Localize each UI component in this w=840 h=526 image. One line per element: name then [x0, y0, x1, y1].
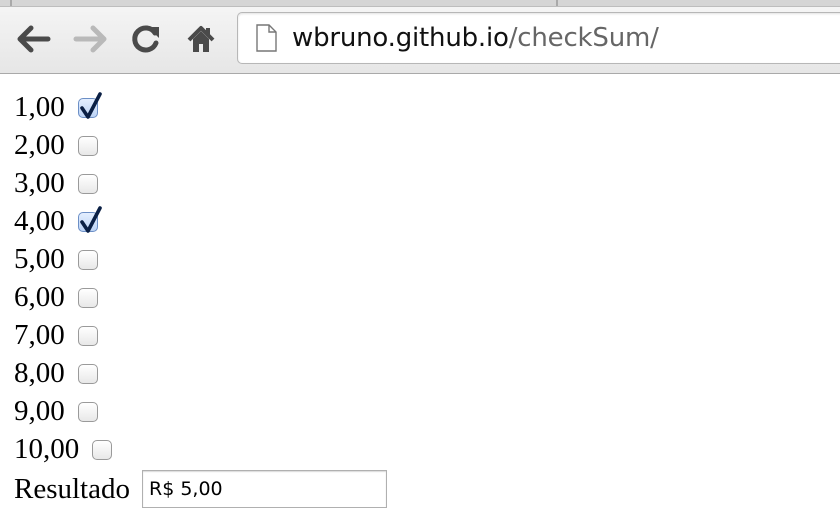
value-checkbox[interactable]: [77, 364, 98, 384]
checksum-form: 1,00 2,00 3,00 4,00 5,00 6,00 7,00 8,00 9,00 10,0…: [14, 88, 387, 509]
result-field[interactable]: [142, 470, 387, 508]
value-label: 3,00: [14, 167, 65, 199]
value-list: 1,00 2,00 3,00 4,00 5,00 6,00 7,00 8,00 9,00 10,0…: [14, 88, 387, 468]
back-button[interactable]: [14, 20, 54, 58]
value-label: 9,00: [14, 395, 65, 427]
tab-edge: [556, 0, 558, 6]
value-checkbox[interactable]: [77, 92, 102, 119]
list-item: 10,00: [14, 430, 387, 468]
value-checkbox[interactable]: [77, 250, 98, 270]
value-checkbox[interactable]: [77, 326, 98, 346]
back-icon: [17, 25, 51, 53]
url-host: wbruno.github.io: [292, 23, 509, 53]
url-path: /checkSum/: [508, 23, 659, 53]
checkmark-icon: [79, 92, 102, 119]
forward-icon: [73, 25, 107, 53]
value-label: 7,00: [14, 319, 65, 351]
tab-strip: [0, 0, 840, 7]
value-checkbox[interactable]: [77, 174, 98, 194]
value-label: 4,00: [14, 205, 65, 237]
value-label: 1,00: [14, 91, 65, 123]
list-item: 8,00: [14, 354, 387, 392]
home-button[interactable]: [181, 20, 221, 58]
value-label: 2,00: [14, 129, 65, 161]
reload-icon: [132, 25, 159, 53]
list-item: 6,00: [14, 278, 387, 316]
value-checkbox[interactable]: [77, 206, 102, 233]
checkmark-icon: [79, 206, 102, 233]
reload-button[interactable]: [126, 20, 166, 58]
value-label: 5,00: [14, 243, 65, 275]
result-label: Resultado: [14, 472, 130, 505]
list-item: 5,00: [14, 240, 387, 278]
list-item: 4,00: [14, 202, 387, 240]
browser-toolbar: wbruno.github.io/checkSum/: [0, 0, 840, 74]
value-checkbox[interactable]: [77, 402, 98, 422]
value-label: 10,00: [14, 433, 80, 465]
value-label: 6,00: [14, 281, 65, 313]
home-icon: [187, 26, 215, 52]
tab-edge: [10, 0, 12, 6]
list-item: 3,00: [14, 164, 387, 202]
value-label: 8,00: [14, 357, 65, 389]
list-item: 2,00: [14, 126, 387, 164]
list-item: 7,00: [14, 316, 387, 354]
list-item: 9,00: [14, 392, 387, 430]
result-row: Resultado: [14, 469, 387, 509]
value-checkbox[interactable]: [92, 440, 113, 460]
url-text: wbruno.github.io/checkSum/: [292, 21, 659, 55]
list-item: 1,00: [14, 88, 387, 126]
value-checkbox[interactable]: [77, 288, 98, 308]
page-icon: [256, 24, 277, 52]
forward-button[interactable]: [70, 20, 110, 58]
address-bar[interactable]: wbruno.github.io/checkSum/: [237, 12, 840, 64]
value-checkbox[interactable]: [77, 136, 98, 156]
